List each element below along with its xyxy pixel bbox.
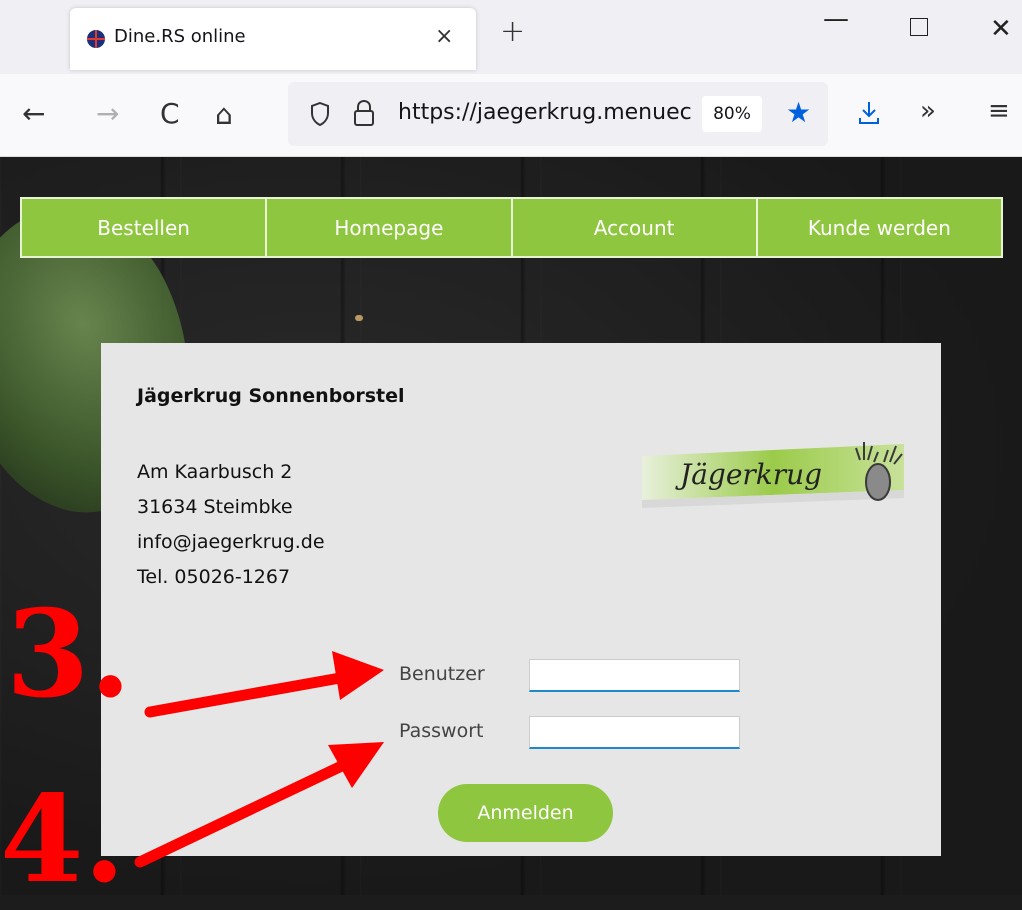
login-button[interactable]: Anmelden [438, 784, 613, 842]
window-close-icon[interactable]: ✕ [990, 14, 1012, 44]
logo-text: Jägerkrug [675, 458, 822, 491]
restaurant-logo: Jägerkrug [642, 442, 904, 508]
download-icon[interactable] [858, 100, 880, 126]
bookmark-star-icon[interactable]: ★ [786, 98, 811, 128]
window-minimize-icon[interactable]: — [823, 4, 849, 34]
contact-phone: Tel. 05026-1267 [137, 566, 291, 588]
new-tab-icon[interactable]: + [500, 14, 525, 49]
nav-item-account[interactable]: Account [513, 199, 758, 256]
password-input[interactable] [529, 716, 740, 749]
tab-close-icon[interactable]: × [435, 24, 453, 49]
nav-item-bestellen[interactable]: Bestellen [22, 199, 268, 256]
lock-icon[interactable] [353, 99, 375, 127]
browser-toolbar: ← → C ⌂ https://jaegerkrug.menuec 80% ★ … [0, 74, 1022, 157]
browser-tab-strip: Dine.RS online × + — ✕ [0, 0, 1022, 74]
nav-item-homepage[interactable]: Homepage [267, 199, 513, 256]
browser-tab[interactable]: Dine.RS online × [70, 8, 476, 70]
contact-email: info@jaegerkrug.de [137, 531, 325, 553]
annotation-step-4: 4. [0, 769, 126, 910]
username-label: Benutzer [399, 663, 485, 685]
reload-icon[interactable]: C [160, 98, 180, 130]
username-input[interactable] [529, 659, 740, 692]
password-label: Passwort [399, 720, 484, 742]
restaurant-name: Jägerkrug Sonnenborstel [137, 385, 405, 407]
tracking-protection-shield-icon[interactable] [310, 102, 330, 126]
nav-item-kunde-werden[interactable]: Kunde werden [758, 199, 1001, 256]
background-crumb-decoration [355, 315, 363, 321]
site-favicon-icon [87, 30, 105, 48]
zoom-level-badge[interactable]: 80% [702, 96, 762, 132]
url-text[interactable]: https://jaegerkrug.menuec [398, 100, 698, 125]
address-street: Am Kaarbusch 2 [137, 461, 293, 483]
back-arrow-icon[interactable]: ← [22, 98, 45, 130]
main-navigation: Bestellen Homepage Account Kunde werden [20, 197, 1003, 258]
app-menu-icon[interactable]: ≡ [988, 96, 1010, 126]
tab-title: Dine.RS online [114, 26, 246, 47]
address-city: 31634 Steimbke [137, 496, 293, 518]
forward-arrow-icon[interactable]: → [96, 98, 119, 130]
window-maximize-icon[interactable] [910, 18, 928, 36]
annotation-step-3: 3. [6, 584, 132, 725]
toolbar-overflow-icon[interactable]: » [920, 96, 936, 126]
home-icon[interactable]: ⌂ [215, 99, 233, 131]
login-card: Jägerkrug Sonnenborstel Am Kaarbusch 2 3… [101, 343, 941, 856]
address-bar[interactable]: https://jaegerkrug.menuec 80% ★ [288, 82, 828, 146]
restaurant-address: Am Kaarbusch 2 31634 Steimbke info@jaege… [137, 455, 325, 595]
